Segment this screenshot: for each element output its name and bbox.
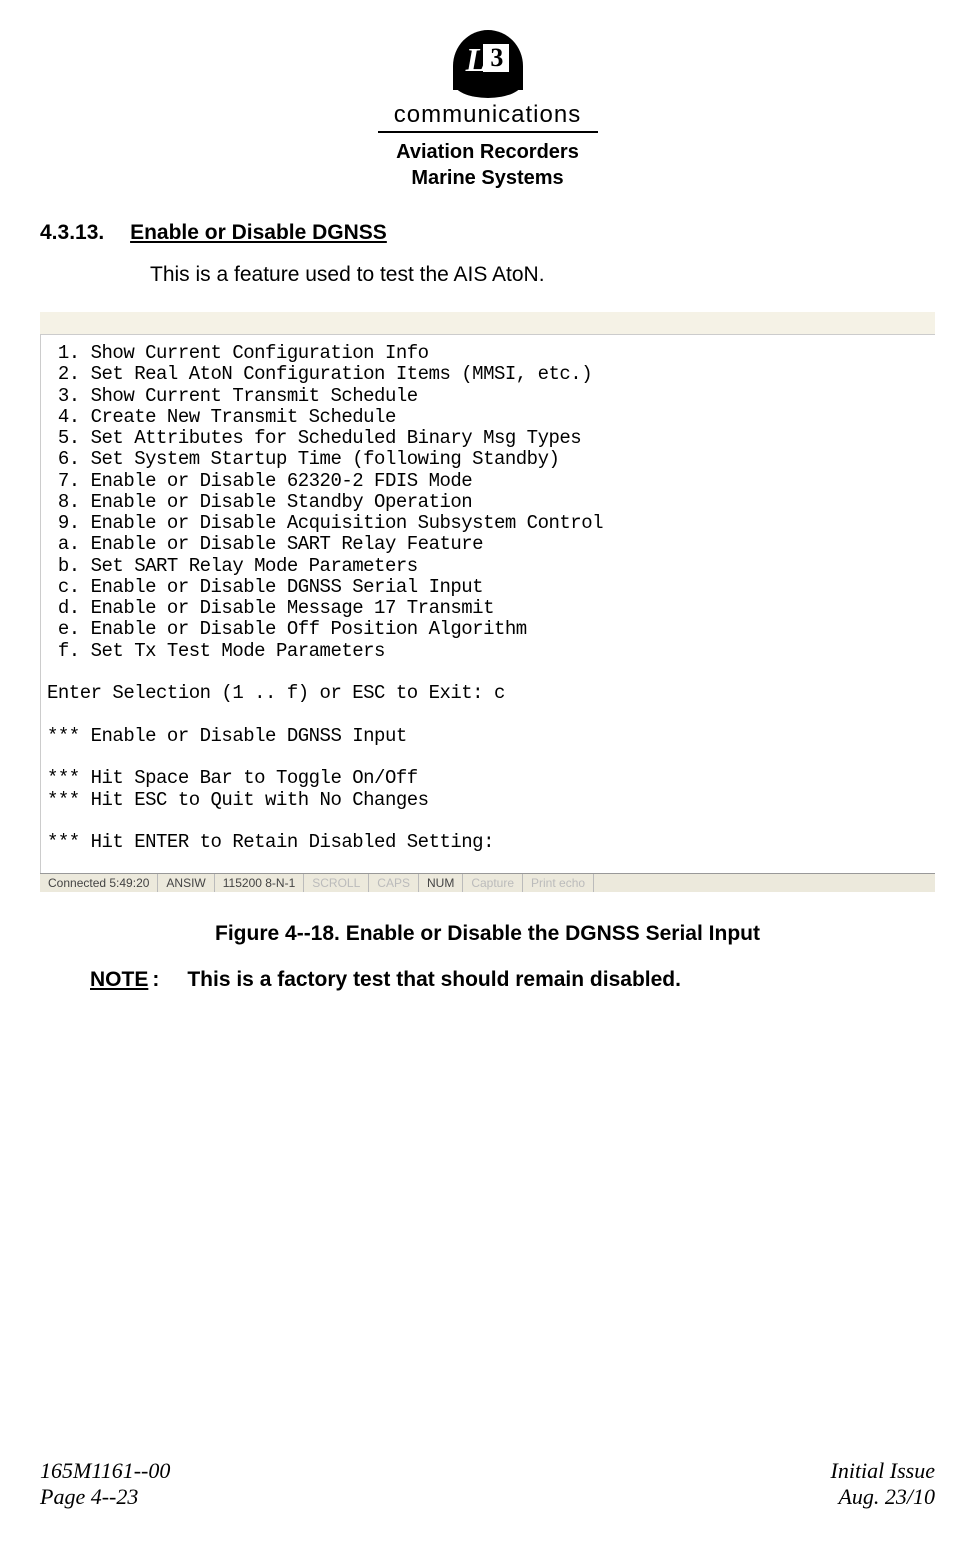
terminal-output: 1. Show Current Configuration Info 2. Se… (40, 334, 935, 873)
terminal-prompt-selection: Enter Selection (1 .. f) or ESC to Exit:… (47, 683, 935, 704)
terminal-prompt-enter: *** Hit ENTER to Retain Disabled Setting… (47, 832, 935, 853)
status-term: ANSIW (158, 874, 214, 892)
figure-caption: Figure 4--18. Enable or Disable the DGNS… (40, 922, 935, 946)
status-caps: CAPS (369, 874, 419, 892)
terminal-screenshot: 1. Show Current Configuration Info 2. Se… (40, 312, 935, 892)
footer-issue: Initial Issue (831, 1458, 936, 1484)
section-title: Enable or Disable DGNSS (130, 221, 387, 244)
status-num: NUM (419, 874, 463, 892)
status-baud: 115200 8-N-1 (215, 874, 305, 892)
section-number: 4.3.13. (40, 221, 104, 245)
header-line1: Aviation Recorders (40, 139, 935, 165)
status-print: Print echo (523, 874, 594, 892)
footer-page: Page 4--23 (40, 1484, 170, 1510)
section-body: This is a feature used to test the AIS A… (150, 263, 935, 287)
logo-communications: communications (40, 101, 935, 129)
header-underline (378, 131, 598, 133)
status-scroll: SCROLL (304, 874, 369, 892)
logo-3: 3 (483, 44, 509, 72)
note-text: This is a factory test that should remai… (187, 968, 681, 992)
terminal-prompt-toggle: *** Hit Space Bar to Toggle On/Off *** H… (47, 768, 935, 811)
terminal-menu: 1. Show Current Configuration Info 2. Se… (47, 343, 935, 662)
page-footer: 165M1161--00 Page 4--23 Initial Issue Au… (40, 1458, 935, 1510)
header-line2: Marine Systems (40, 165, 935, 191)
status-bar: Connected 5:49:20 ANSIW 115200 8-N-1 SCR… (40, 873, 935, 892)
terminal-prompt-title: *** Enable or Disable DGNSS Input (47, 726, 935, 747)
note-label: NOTE (90, 968, 148, 991)
status-capture: Capture (463, 874, 523, 892)
footer-date: Aug. 23/10 (831, 1484, 936, 1510)
page-header: L3 communications Aviation Recorders Mar… (40, 30, 935, 191)
logo: L3 (453, 30, 523, 90)
note: NOTE: This is a factory test that should… (90, 968, 935, 992)
footer-doc: 165M1161--00 (40, 1458, 170, 1484)
status-connected: Connected 5:49:20 (40, 874, 158, 892)
section-heading: 4.3.13. Enable or Disable DGNSS (40, 221, 935, 245)
